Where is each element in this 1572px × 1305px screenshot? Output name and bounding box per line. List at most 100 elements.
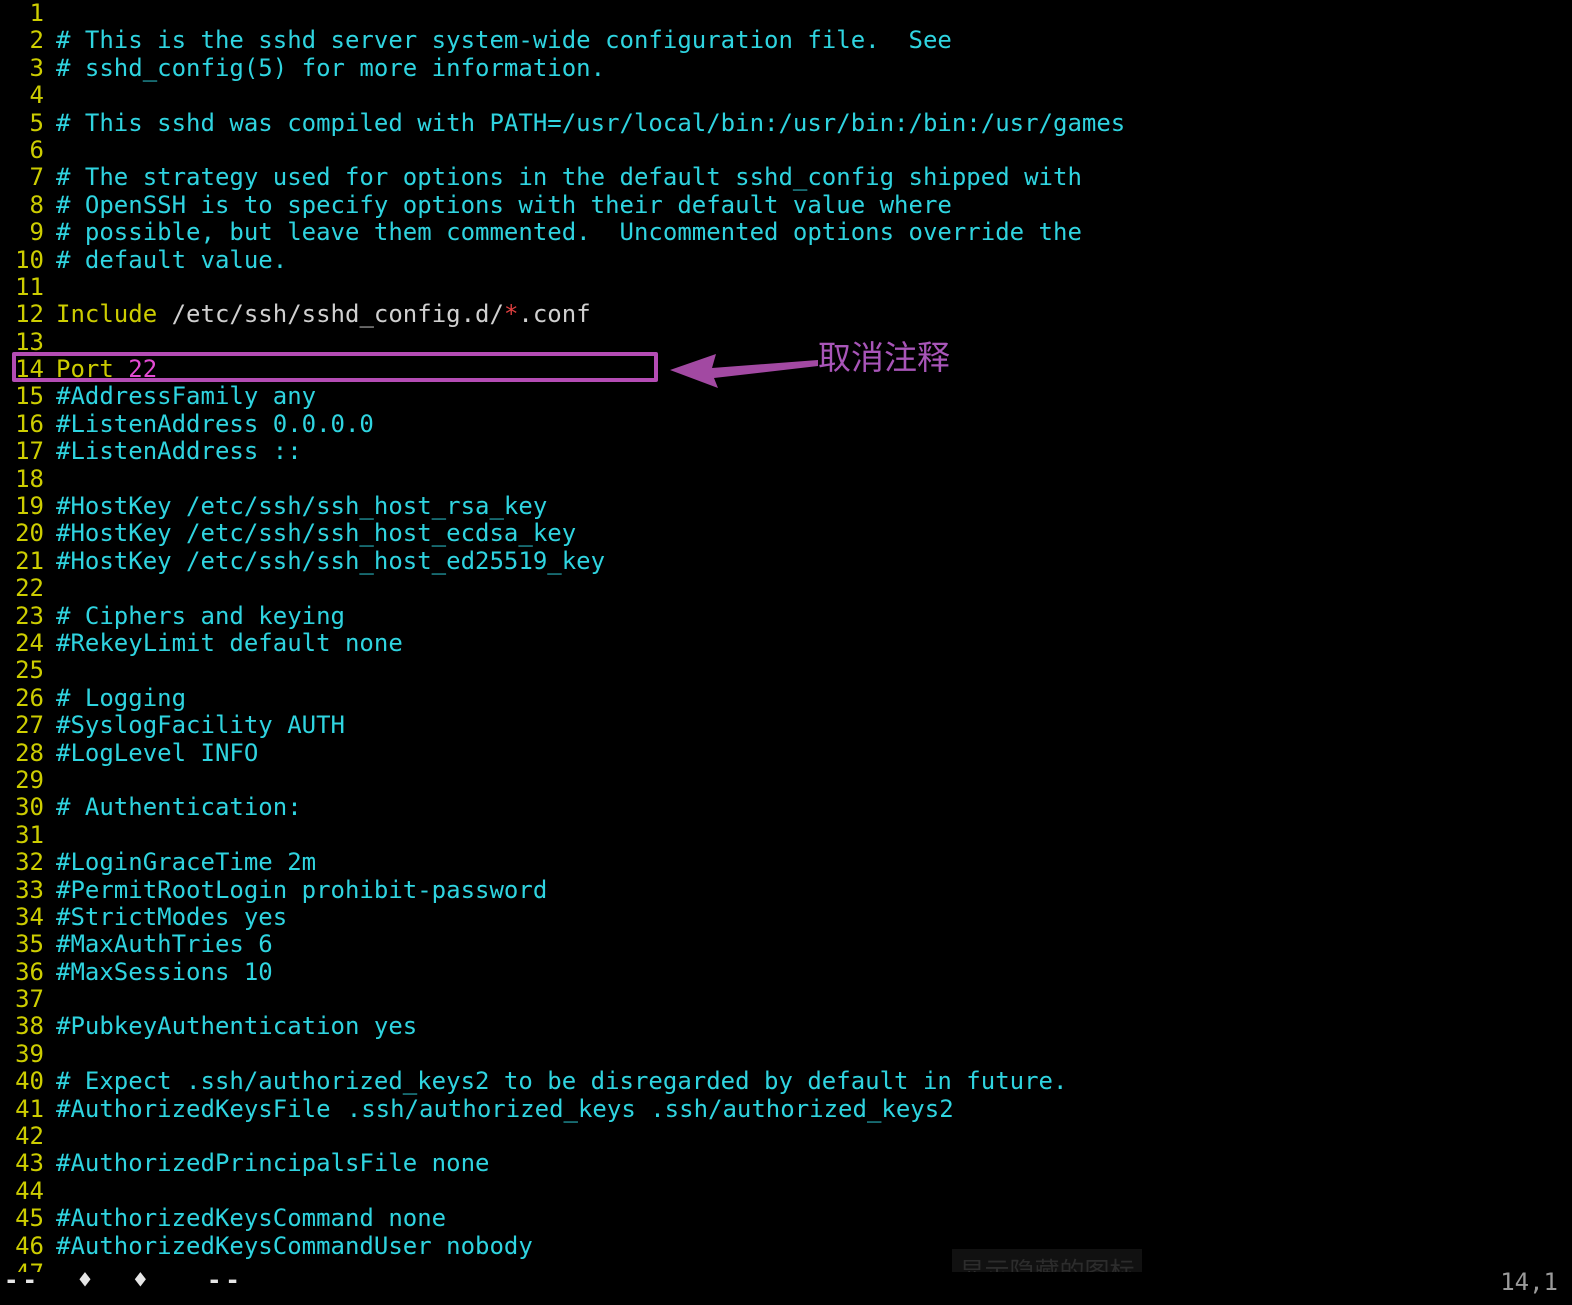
editor-line[interactable]: 38 #PubkeyAuthentication yes [0,1013,1572,1041]
editor-line[interactable]: 30 # Authentication: [0,793,1572,821]
line-number-gutter-gap [44,274,56,301]
line-number: 4 [29,81,44,110]
editor-line[interactable]: 17 #ListenAddress :: [0,437,1572,465]
code-token-number: 22 [128,355,158,384]
editor-line[interactable]: 41 #AuthorizedKeysFile .ssh/authorized_k… [0,1094,1572,1123]
line-number: 20 [15,519,44,548]
code-token-comment: # Logging [56,683,187,712]
code-token-comment: #HostKey /etc/ssh/ssh_host_ed25519_key [56,546,606,575]
vim-status-bar: -- ♦ ♦ -- 14,1 [0,1266,1572,1305]
line-number: 32 [15,848,44,877]
editor-line[interactable]: 16 #ListenAddress 0.0.0.0 [0,409,1572,438]
line-number-gutter-gap [44,1233,56,1260]
editor-line[interactable]: 35 #MaxAuthTries 6 [0,930,1572,959]
code-token-comment: # This sshd was compiled with PATH=/usr/… [56,108,1126,137]
line-number-gutter-gap [44,383,56,410]
line-number: 7 [29,163,44,192]
editor-line[interactable]: 34 #StrictModes yes [0,902,1572,931]
editor-line[interactable]: 45 #AuthorizedKeysCommand none [0,1204,1572,1232]
editor-line[interactable]: 5 # This sshd was compiled with PATH=/us… [0,108,1572,137]
line-number: 44 [15,1176,44,1205]
line-number-gutter-gap [44,301,56,328]
editor-line[interactable]: 36 #MaxSessions 10 [0,957,1572,986]
line-number-gutter-gap [44,0,56,27]
line-number: 34 [15,902,44,931]
editor-line[interactable]: 29 [0,765,1572,794]
arrow-left-icon [668,348,818,388]
editor-line[interactable]: 40 # Expect .ssh/authorized_keys2 to be … [0,1067,1572,1096]
code-token-comment: #MaxSessions 10 [56,957,273,986]
line-number-gutter-gap [44,438,56,465]
editor-line[interactable]: 23 # Ciphers and keying [0,601,1572,630]
code-token-comment: #LogLevel INFO [56,738,259,767]
editor-line[interactable]: 3 # sshd_config(5) for more information. [0,54,1572,82]
editor-line[interactable]: 31 [0,821,1572,849]
line-number-gutter-gap [44,1041,56,1068]
line-number: 43 [15,1149,44,1178]
editor-line[interactable]: 20 #HostKey /etc/ssh/ssh_host_ecdsa_key [0,519,1572,548]
line-number-gutter-gap [44,1068,56,1095]
line-number-gutter-gap [44,877,56,904]
code-token-comment: #HostKey /etc/ssh/ssh_host_rsa_key [56,492,548,521]
editor-line[interactable]: 43 #AuthorizedPrincipalsFile none [0,1149,1572,1178]
editor-line[interactable]: 12 Include /etc/ssh/sshd_config.d/*.conf [0,300,1572,329]
line-number: 28 [15,738,44,767]
line-number: 35 [15,930,44,959]
editor-line[interactable]: 24 #RekeyLimit default none [0,628,1572,657]
line-number-gutter-gap [44,247,56,274]
editor-line[interactable]: 8 # OpenSSH is to specify options with t… [0,191,1572,219]
editor-line[interactable]: 10 # default value. [0,245,1572,274]
line-number: 41 [15,1094,44,1123]
code-token-comment: # default value. [56,245,288,274]
line-number: 22 [15,574,44,603]
editor-line[interactable]: 42 [0,1122,1572,1151]
code-token-comment: #LoginGraceTime 2m [56,848,317,877]
editor-line[interactable]: 32 #LoginGraceTime 2m [0,848,1572,877]
line-number: 12 [15,300,44,329]
line-number-gutter-gap [44,27,56,54]
line-number: 16 [15,409,44,438]
editor-line[interactable]: 9 # possible, but leave them commented. … [0,218,1572,247]
code-token-keyword: Include [56,300,158,329]
editor-line[interactable]: 28 #LogLevel INFO [0,738,1572,767]
line-number-gutter-gap [44,712,56,739]
editor-line[interactable]: 26 # Logging [0,683,1572,712]
annotation-label: 取消注释 [818,338,950,377]
editor-line[interactable]: 7 # The strategy used for options in the… [0,163,1572,192]
line-number: 42 [15,1122,44,1151]
line-number: 18 [15,464,44,493]
editor-line[interactable]: 25 [0,656,1572,685]
editor-line[interactable]: 6 [0,136,1572,164]
editor-line[interactable]: 21 #HostKey /etc/ssh/ssh_host_ed25519_ke… [0,546,1572,575]
code-token-comment: #AddressFamily any [56,382,317,411]
line-number-gutter-gap [44,575,56,602]
editor-line[interactable]: 4 [0,81,1572,110]
vim-editor-buffer[interactable]: 1 2 # This is the sshd server system-wid… [0,0,1572,1287]
editor-line[interactable]: 46 #AuthorizedKeysCommandUser nobody [0,1232,1572,1260]
line-number: 29 [15,765,44,794]
editor-line[interactable]: 44 [0,1176,1572,1205]
editor-line[interactable]: 22 [0,574,1572,603]
line-number: 25 [15,656,44,685]
line-number: 11 [15,272,44,301]
line-number: 23 [15,601,44,630]
line-number-gutter-gap [44,164,56,191]
code-token-comment: # This is the sshd server system-wide co… [56,26,952,55]
editor-line[interactable]: 33 #PermitRootLogin prohibit-password [0,875,1572,904]
editor-line[interactable]: 27 #SyslogFacility AUTH [0,711,1572,739]
line-number-gutter-gap [44,110,56,137]
editor-line[interactable]: 1 [0,0,1572,27]
code-token-comment: # possible, but leave them commented. Un… [56,218,1082,247]
editor-line[interactable]: 2 # This is the sshd server system-wide … [0,26,1572,55]
line-number: 24 [15,628,44,657]
editor-line[interactable]: 39 [0,1040,1572,1068]
code-token-comment: # The strategy used for options in the d… [56,163,1082,192]
line-number-gutter-gap [44,740,56,767]
code-token-comment: # Expect .ssh/authorized_keys2 to be dis… [56,1067,1068,1096]
code-token-comment: #PermitRootLogin prohibit-password [56,875,548,904]
code-token-keyword: Port [56,355,114,384]
editor-line[interactable]: 11 [0,272,1572,301]
editor-line[interactable]: 19 #HostKey /etc/ssh/ssh_host_rsa_key [0,492,1572,521]
editor-line[interactable]: 37 [0,985,1572,1013]
editor-line[interactable]: 18 [0,464,1572,493]
